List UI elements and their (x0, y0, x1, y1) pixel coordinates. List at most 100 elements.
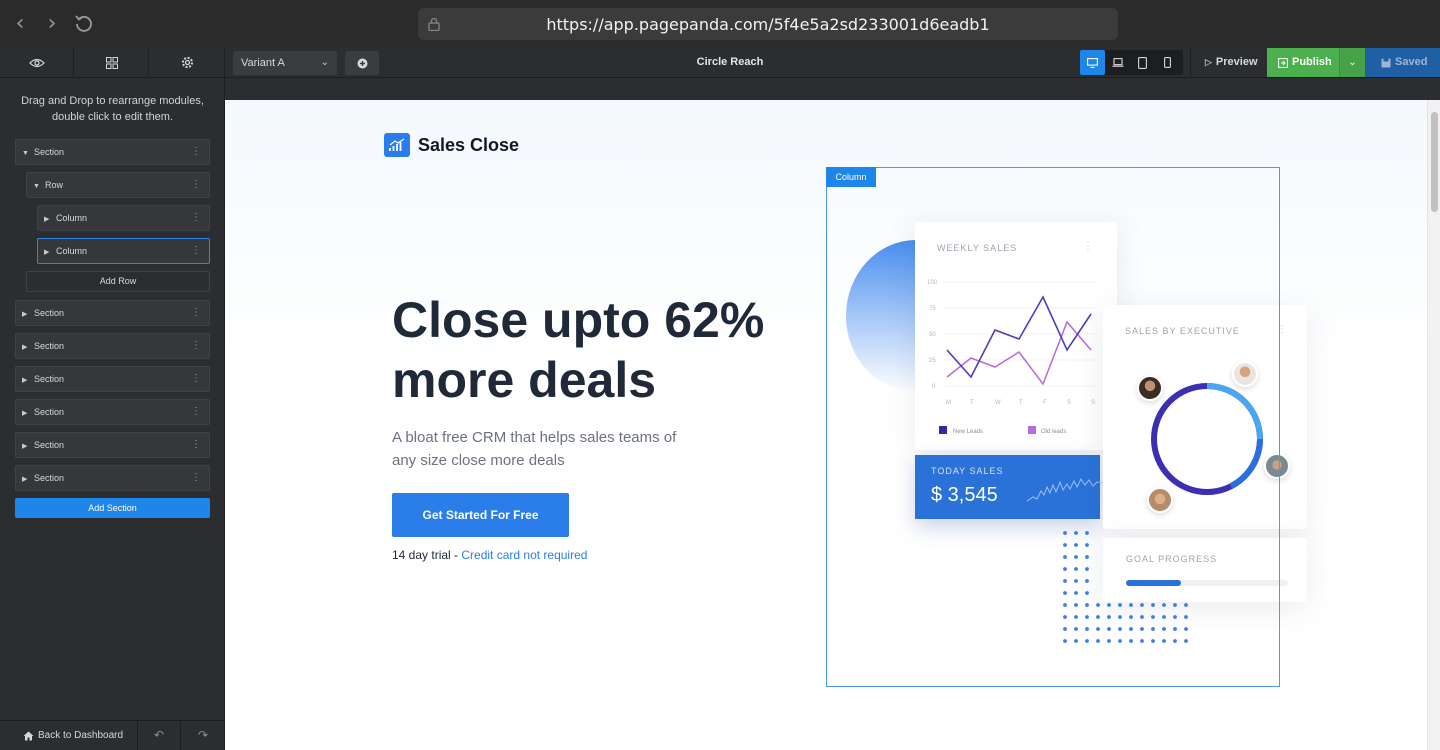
home-icon (23, 731, 34, 741)
chevron-down-icon: ⌄ (320, 57, 329, 68)
page-title: Circle Reach (696, 56, 764, 68)
more-vertical-icon[interactable]: ⋮ (191, 239, 201, 263)
reload-icon[interactable] (72, 12, 96, 36)
column-tag: Column (826, 167, 876, 187)
variant-select[interactable]: Variant A ⌄ (233, 51, 337, 75)
back-arrow-icon[interactable]: ‹ (8, 12, 32, 36)
caret-down-icon: ▼ (33, 183, 40, 190)
trial-note: 14 day trial - Credit card not required (392, 548, 587, 562)
layout-grid-tab[interactable] (75, 48, 149, 77)
hero-subtitle: A bloat free CRM that helps sales teams … (392, 426, 702, 472)
brand-logo[interactable]: Sales Close (384, 133, 519, 157)
tree-item-label: Column (56, 246, 88, 256)
back-to-dashboard-label: Back to Dashboard (38, 730, 124, 741)
more-vertical-icon[interactable]: ⋮ (191, 433, 201, 457)
undo-icon: ↶ (153, 728, 165, 742)
more-vertical-icon[interactable]: ⋮ (191, 301, 201, 325)
page-canvas: Sales Close Close upto 62% more deals A … (225, 100, 1427, 750)
add-variant-button[interactable] (345, 51, 379, 75)
settings-tab[interactable] (150, 48, 225, 77)
tree-item-label: Section (34, 308, 65, 318)
preview-button[interactable]: ▷ Preview (1190, 48, 1266, 77)
more-vertical-icon[interactable]: ⋮ (191, 206, 201, 230)
back-to-dashboard-button[interactable]: Back to Dashboard (0, 721, 138, 750)
tree-column[interactable]: ▶ Column ⋮ (37, 205, 210, 231)
tree-item-label: Row (45, 180, 64, 190)
tree-section[interactable]: ▶ Section ⋮ (15, 465, 210, 491)
tree-item-label: Section (34, 147, 65, 157)
subtitle-line-2: any size close more deals (392, 452, 565, 469)
url-bar[interactable]: https://app.pagepanda.com/5f4e5a2sd23300… (418, 8, 1118, 40)
mobile-icon (1164, 57, 1171, 68)
subtitle-line-1: A bloat free CRM that helps sales teams … (392, 429, 677, 446)
caret-down-icon: ▼ (22, 150, 29, 157)
tablet-icon (1138, 56, 1147, 69)
credit-card-link[interactable]: Credit card not required (461, 548, 587, 562)
browser-toolbar: ‹ › https://app.pagepanda.com/5f4e5a2sd2… (0, 0, 1440, 48)
tree-item-label: Section (34, 407, 65, 417)
help-line-2: double click to edit them. (51, 111, 174, 123)
laptop-icon (1112, 58, 1123, 67)
eye-icon (28, 58, 45, 67)
panel-footer: Back to Dashboard ↶ ↷ (0, 720, 225, 750)
tree-section[interactable]: ▶ Section ⋮ (15, 333, 210, 359)
mobile-view-button[interactable] (1155, 50, 1180, 75)
redo-icon: ↷ (197, 728, 209, 742)
caret-right-icon: ▶ (44, 249, 50, 256)
gear-icon (181, 56, 193, 69)
headline-line-2: more deals (392, 352, 657, 408)
canvas-top-bar (225, 78, 1440, 100)
preview-eye-tab[interactable] (0, 48, 74, 77)
url-text: https://app.pagepanda.com/5f4e5a2sd23300… (546, 15, 990, 34)
more-vertical-icon[interactable]: ⋮ (191, 367, 201, 391)
redo-button[interactable]: ↷ (181, 721, 225, 750)
saved-button[interactable]: Saved (1365, 48, 1440, 77)
caret-right-icon: ▶ (22, 377, 28, 384)
tree-item-label: Section (34, 440, 65, 450)
get-started-button[interactable]: Get Started For Free (392, 493, 569, 537)
hero-headline: Close upto 62% more deals (392, 290, 772, 410)
desktop-icon (1087, 57, 1098, 68)
save-icon (1381, 58, 1391, 68)
more-vertical-icon[interactable]: ⋮ (191, 140, 201, 164)
more-vertical-icon[interactable]: ⋮ (191, 334, 201, 358)
undo-button[interactable]: ↶ (138, 721, 181, 750)
caret-right-icon: ▶ (22, 443, 28, 450)
caret-right-icon: ▶ (22, 311, 28, 318)
canvas-scrollbar[interactable] (1427, 100, 1440, 750)
headline-line-1: Close upto 62% (392, 292, 765, 348)
more-vertical-icon[interactable]: ⋮ (191, 400, 201, 424)
caret-right-icon: ▶ (22, 410, 28, 417)
plus-circle-icon (357, 58, 367, 68)
tree-column-selected[interactable]: ▶ Column ⋮ (37, 238, 210, 264)
publish-button-label: Publish (1292, 56, 1332, 68)
tablet-view-button[interactable] (1130, 50, 1155, 75)
tree-item-label: Section (34, 473, 65, 483)
help-line-1: Drag and Drop to rearrange modules, (21, 95, 204, 107)
preview-button-label: Preview (1215, 56, 1258, 68)
publish-dropdown-button[interactable]: ⌄ (1339, 48, 1365, 77)
publish-button[interactable]: Publish (1267, 48, 1339, 77)
more-vertical-icon[interactable]: ⋮ (191, 466, 201, 490)
laptop-view-button[interactable] (1105, 50, 1130, 75)
forward-arrow-icon[interactable]: › (40, 12, 64, 36)
device-switcher (1080, 50, 1183, 75)
tree-row-expanded[interactable]: ▼ Row ⋮ (26, 172, 210, 198)
brand-name: Sales Close (418, 134, 520, 155)
tree-section-expanded[interactable]: ▼ Section ⋮ (15, 139, 210, 165)
trial-prefix: 14 day trial - (392, 548, 459, 562)
module-tree-panel: Drag and Drop to rearrange modules, doub… (0, 78, 225, 750)
tree-item-label: Section (34, 341, 65, 351)
desktop-view-button[interactable] (1080, 50, 1105, 75)
selected-column-outline[interactable] (826, 167, 1280, 687)
tree-section[interactable]: ▶ Section ⋮ (15, 300, 210, 326)
tree-section[interactable]: ▶ Section ⋮ (15, 399, 210, 425)
add-row-button[interactable]: Add Row (26, 271, 210, 292)
caret-right-icon: ▶ (44, 216, 50, 223)
tree-section[interactable]: ▶ Section ⋮ (15, 366, 210, 392)
tree-section[interactable]: ▶ Section ⋮ (15, 432, 210, 458)
more-vertical-icon[interactable]: ⋮ (191, 173, 201, 197)
editor-toolbar: Variant A ⌄ Circle Reach ▷ Preview Publis… (0, 48, 1440, 78)
add-section-button[interactable]: Add Section (15, 498, 210, 518)
scroll-thumb[interactable] (1431, 112, 1438, 212)
